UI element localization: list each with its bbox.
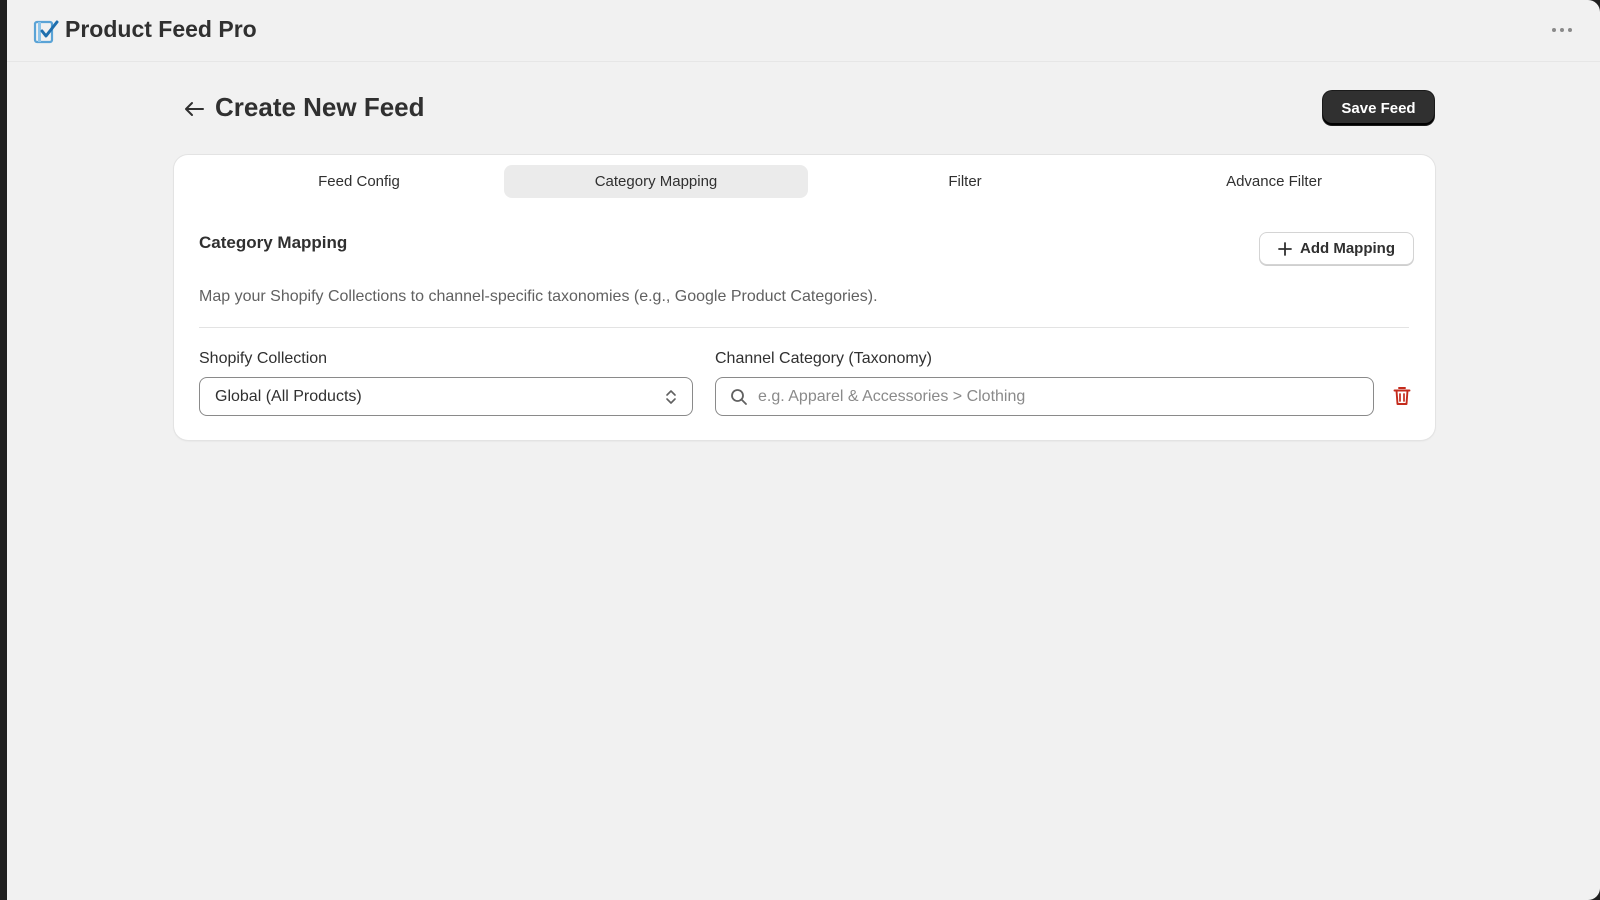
divider bbox=[199, 327, 1409, 328]
tab-filter[interactable]: Filter bbox=[813, 165, 1117, 198]
tab-feed-config[interactable]: Feed Config bbox=[207, 165, 511, 198]
tab-advance-filter[interactable]: Advance Filter bbox=[1122, 165, 1426, 198]
add-mapping-button[interactable]: Add Mapping bbox=[1259, 232, 1414, 265]
checklist-logo-icon bbox=[33, 20, 59, 44]
more-actions-button[interactable] bbox=[1548, 20, 1576, 40]
app-title: Product Feed Pro bbox=[65, 16, 257, 42]
select-chevron-icon bbox=[666, 390, 676, 404]
collection-select[interactable]: Global (All Products) bbox=[199, 377, 693, 416]
app-frame: Product Feed Pro Create New Feed Save Fe… bbox=[7, 0, 1600, 900]
trash-icon bbox=[1393, 387, 1411, 405]
category-search-input[interactable] bbox=[758, 378, 1358, 415]
category-label: Channel Category (Taxonomy) bbox=[715, 350, 932, 367]
add-mapping-label: Add Mapping bbox=[1300, 240, 1395, 257]
collection-label: Shopify Collection bbox=[199, 350, 328, 367]
page-title: Create New Feed bbox=[215, 92, 425, 122]
delete-mapping-button[interactable] bbox=[1389, 383, 1415, 409]
feed-card: Feed Config Category Mapping Filter Adva… bbox=[174, 155, 1435, 440]
save-feed-button[interactable]: Save Feed bbox=[1323, 91, 1434, 125]
ellipsis-icon bbox=[1552, 28, 1572, 32]
arrow-left-icon bbox=[185, 102, 204, 116]
section-title: Category Mapping bbox=[199, 233, 348, 252]
search-icon bbox=[731, 389, 747, 405]
category-search-field[interactable] bbox=[715, 377, 1374, 416]
tab-bar: Feed Config Category Mapping Filter Adva… bbox=[174, 165, 1435, 198]
section-description: Map your Shopify Collections to channel-… bbox=[199, 288, 878, 305]
back-button[interactable] bbox=[179, 94, 209, 124]
plus-icon bbox=[1278, 241, 1292, 256]
app-header: Product Feed Pro bbox=[7, 0, 1600, 62]
collection-select-value: Global (All Products) bbox=[215, 387, 362, 405]
tab-category-mapping[interactable]: Category Mapping bbox=[504, 165, 808, 198]
